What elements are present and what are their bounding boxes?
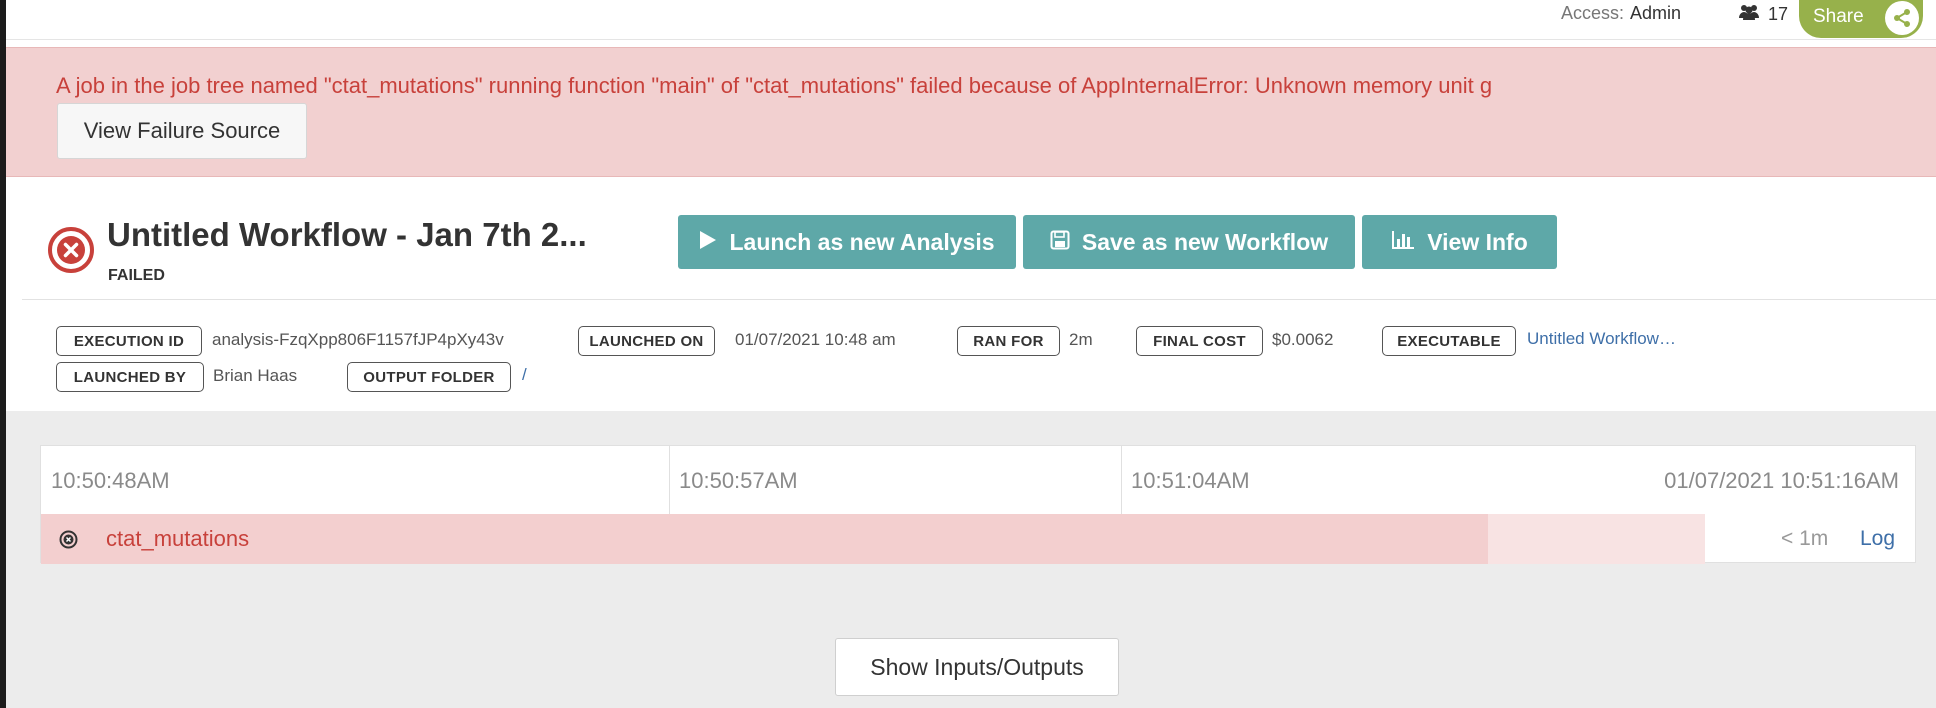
timeline-tick-label: 10:50:57AM — [679, 468, 798, 493]
share-button[interactable]: Share — [1799, 0, 1923, 38]
timeline-tick-label: 10:50:48AM — [51, 468, 170, 493]
timeline-tick-label: 01/07/2021 10:51:16AM — [1664, 468, 1899, 493]
bar-chart-icon — [1391, 229, 1415, 256]
executable-link[interactable]: Untitled Workflow… — [1527, 329, 1676, 349]
save-new-workflow-button[interactable]: Save as new Workflow — [1023, 215, 1355, 269]
members-count: 17 — [1768, 4, 1789, 24]
failed-status-icon — [47, 226, 95, 274]
show-inputs-outputs-button[interactable]: Show Inputs/Outputs — [835, 638, 1119, 696]
job-name[interactable]: ctat_mutations — [106, 526, 249, 552]
output-folder-link[interactable]: / — [522, 365, 527, 385]
launched-on-value: 01/07/2021 10:48 am — [735, 330, 896, 349]
members-indicator[interactable]: 17 — [1738, 3, 1788, 26]
execution-metadata: EXECUTION ID analysis-FzqXpp806F1157fJP4… — [22, 303, 1936, 411]
view-info-button[interactable]: View Info — [1362, 215, 1557, 269]
play-icon — [699, 229, 717, 256]
status-label: FAILED — [108, 267, 165, 284]
ran-for-value: 2m — [1069, 330, 1093, 349]
share-icon — [1885, 1, 1919, 35]
view-info-label: View Info — [1427, 228, 1528, 255]
timeline-tick — [1121, 446, 1122, 514]
users-icon — [1738, 3, 1760, 26]
final-cost-chip: FINAL COST — [1136, 326, 1263, 356]
error-message: A job in the job tree named "ctat_mutati… — [56, 73, 1493, 98]
executable-chip: EXECUTABLE — [1382, 326, 1516, 356]
job-duration: < 1m — [1781, 527, 1829, 550]
execution-id-value: analysis-FzqXpp806F1157fJP4pXy43v — [212, 330, 504, 349]
share-label: Share — [1813, 6, 1864, 27]
job-duration-bar — [41, 514, 1488, 564]
final-cost-value: $0.0062 — [1272, 330, 1334, 349]
job-log-link[interactable]: Log — [1860, 527, 1895, 551]
top-bar: Access: Admin 17 Share — [6, 0, 1936, 40]
launched-on-chip: LAUNCHED ON — [578, 326, 715, 356]
access-indicator: Access: Admin — [1561, 3, 1681, 24]
failed-job-icon — [59, 530, 78, 549]
output-folder-chip: OUTPUT FOLDER — [347, 362, 511, 392]
ran-for-chip: RAN FOR — [957, 326, 1060, 356]
launched-by-chip: LAUNCHED BY — [56, 362, 204, 392]
execution-id-chip: EXECUTION ID — [56, 326, 202, 356]
job-row[interactable]: ctat_mutations < 1m Log — [41, 514, 1915, 564]
floppy-disk-icon — [1050, 229, 1070, 256]
access-value: Admin — [1630, 3, 1682, 23]
launch-new-analysis-button[interactable]: Launch as new Analysis — [678, 215, 1016, 269]
job-timeline: 10:50:48AM 10:50:57AM 10:51:04AM 01/07/2… — [40, 445, 1916, 564]
page-title: Untitled Workflow - Jan 7th 2... — [107, 216, 587, 253]
launched-by-value: Brian Haas — [213, 366, 298, 385]
job-duration-bar-tail — [1488, 514, 1705, 564]
timeline-tick-label: 10:51:04AM — [1131, 468, 1250, 493]
view-failure-source-button[interactable]: View Failure Source — [57, 103, 307, 159]
launch-label: Launch as new Analysis — [729, 228, 995, 255]
timeline-tick — [669, 446, 670, 514]
access-label: Access: — [1561, 3, 1625, 23]
workflow-header: Untitled Workflow - Jan 7th 2... FAILED … — [22, 200, 1936, 300]
error-alert: A job in the job tree named "ctat_mutati… — [6, 47, 1936, 177]
save-label: Save as new Workflow — [1081, 228, 1329, 255]
